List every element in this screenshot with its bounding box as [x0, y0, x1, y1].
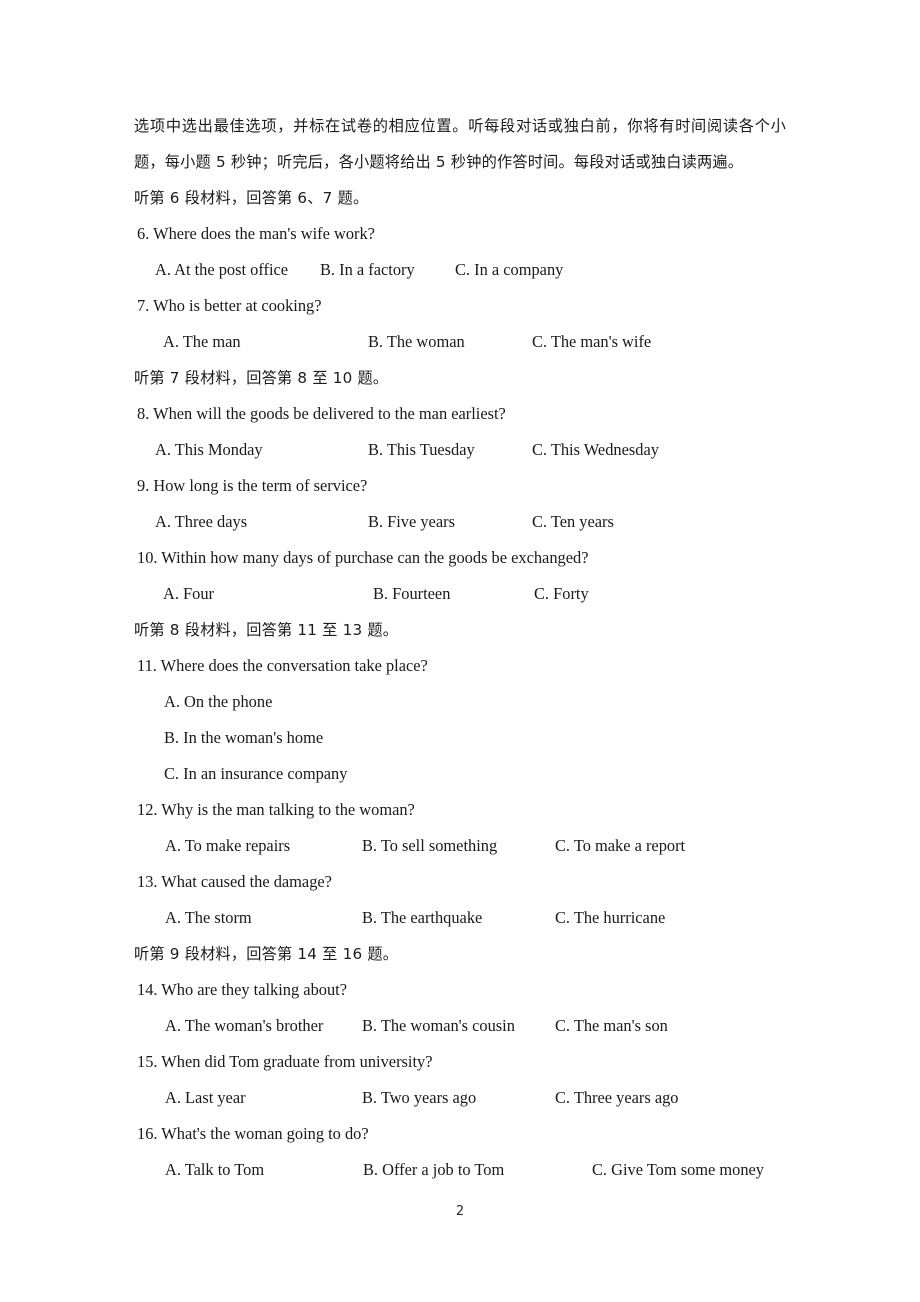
section-heading: 听第 9 段材料，回答第 14 至 16 题。: [134, 945, 399, 963]
answer-option[interactable]: C. The man's son: [555, 1008, 668, 1044]
answer-option[interactable]: B. Fourteen: [373, 576, 450, 612]
question-stem: 9. How long is the term of service?: [137, 476, 368, 495]
question-stem: 8. When will the goods be delivered to t…: [137, 404, 506, 423]
answer-option[interactable]: A. Four: [163, 576, 214, 612]
answer-option[interactable]: C. In an insurance company: [164, 756, 786, 792]
answer-option-row: A. At the post office B. In a factory C. I…: [134, 252, 786, 288]
answer-option[interactable]: B. Two years ago: [362, 1080, 476, 1116]
answer-option[interactable]: B. The woman: [368, 324, 465, 360]
exam-page: 选项中选出最佳选项，并标在试卷的相应位置。听每段对话或独白前，你将有时间阅读各个…: [0, 0, 920, 1302]
question-stem: 13. What caused the damage?: [137, 872, 332, 891]
answer-option[interactable]: A. To make repairs: [165, 828, 290, 864]
answer-option-row: A. To make repairs B. To sell something C.…: [134, 828, 786, 864]
answer-option[interactable]: A. Three days: [155, 504, 247, 540]
question-stem: 12. Why is the man talking to the woman?: [137, 800, 415, 819]
answer-option[interactable]: C. Three years ago: [555, 1080, 679, 1116]
answer-option[interactable]: B. The woman's cousin: [362, 1008, 515, 1044]
answer-option[interactable]: A. The woman's brother: [165, 1008, 323, 1044]
section-heading: 听第 8 段材料，回答第 11 至 13 题。: [134, 621, 399, 639]
answer-option[interactable]: C. Forty: [534, 576, 589, 612]
question-stem: 15. When did Tom graduate from universit…: [137, 1052, 433, 1071]
answer-option[interactable]: B. The earthquake: [362, 900, 482, 936]
listening-instructions-paragraph: 选项中选出最佳选项，并标在试卷的相应位置。听每段对话或独白前，你将有时间阅读各个…: [134, 117, 786, 171]
answer-option[interactable]: A. At the post office: [155, 252, 288, 288]
answer-option-row: A. Talk to Tom B. Offer a job to Tom C. Gi…: [134, 1152, 786, 1188]
answer-option[interactable]: C. Give Tom some money: [592, 1152, 764, 1188]
question-sections: 听第 6 段材料，回答第 6、7 题。 6. Where does the man…: [134, 180, 786, 1188]
answer-option-row: A. The woman's brother B. The woman's cou…: [134, 1008, 786, 1044]
answer-option[interactable]: B. In the woman's home: [164, 720, 786, 756]
question-stem: 7. Who is better at cooking?: [137, 296, 322, 315]
answer-option[interactable]: C. This Wednesday: [532, 432, 659, 468]
question-stem: 14. Who are they talking about?: [137, 980, 347, 999]
answer-option[interactable]: B. In a factory: [320, 252, 415, 288]
answer-option[interactable]: A. The man: [163, 324, 241, 360]
answer-option[interactable]: C. The hurricane: [555, 900, 665, 936]
section-heading: 听第 7 段材料，回答第 8 至 10 题。: [134, 369, 389, 387]
question-stem: 10. Within how many days of purchase can…: [137, 548, 589, 567]
answer-option-row: A. The storm B. The earthquake C. The hurr…: [134, 900, 786, 936]
answer-option-row: A. The man B. The woman C. The man's wife: [134, 324, 786, 360]
answer-option[interactable]: C. The man's wife: [532, 324, 651, 360]
answer-option-row: A. This Monday B. This Tuesday C. This Wed…: [134, 432, 786, 468]
answer-option[interactable]: A. On the phone: [164, 684, 786, 720]
answer-option-row: A. Last year B. Two years ago C. Three yea…: [134, 1080, 786, 1116]
page-content: 选项中选出最佳选项，并标在试卷的相应位置。听每段对话或独白前，你将有时间阅读各个…: [134, 108, 786, 1188]
answer-option[interactable]: B. Five years: [368, 504, 455, 540]
answer-option[interactable]: A. Talk to Tom: [165, 1152, 264, 1188]
page-number: 2: [455, 1204, 465, 1219]
answer-option[interactable]: A. This Monday: [155, 432, 263, 468]
answer-option[interactable]: C. In a company: [455, 252, 563, 288]
answer-option[interactable]: B. This Tuesday: [368, 432, 475, 468]
answer-option-row: A. Three days B. Five years C. Ten years: [134, 504, 786, 540]
question-stem: 11. Where does the conversation take pla…: [137, 656, 428, 675]
answer-option-row: A. Four B. Fourteen C. Forty: [134, 576, 786, 612]
answer-option[interactable]: A. The storm: [165, 900, 252, 936]
section-heading: 听第 6 段材料，回答第 6、7 题。: [134, 189, 369, 207]
question-stem: 16. What's the woman going to do?: [137, 1124, 369, 1143]
answer-option[interactable]: B. Offer a job to Tom: [363, 1152, 504, 1188]
question-stem: 6. Where does the man's wife work?: [137, 224, 375, 243]
answer-option[interactable]: B. To sell something: [362, 828, 497, 864]
answer-option[interactable]: A. Last year: [165, 1080, 246, 1116]
answer-option[interactable]: C. Ten years: [532, 504, 614, 540]
answer-option[interactable]: C. To make a report: [555, 828, 685, 864]
